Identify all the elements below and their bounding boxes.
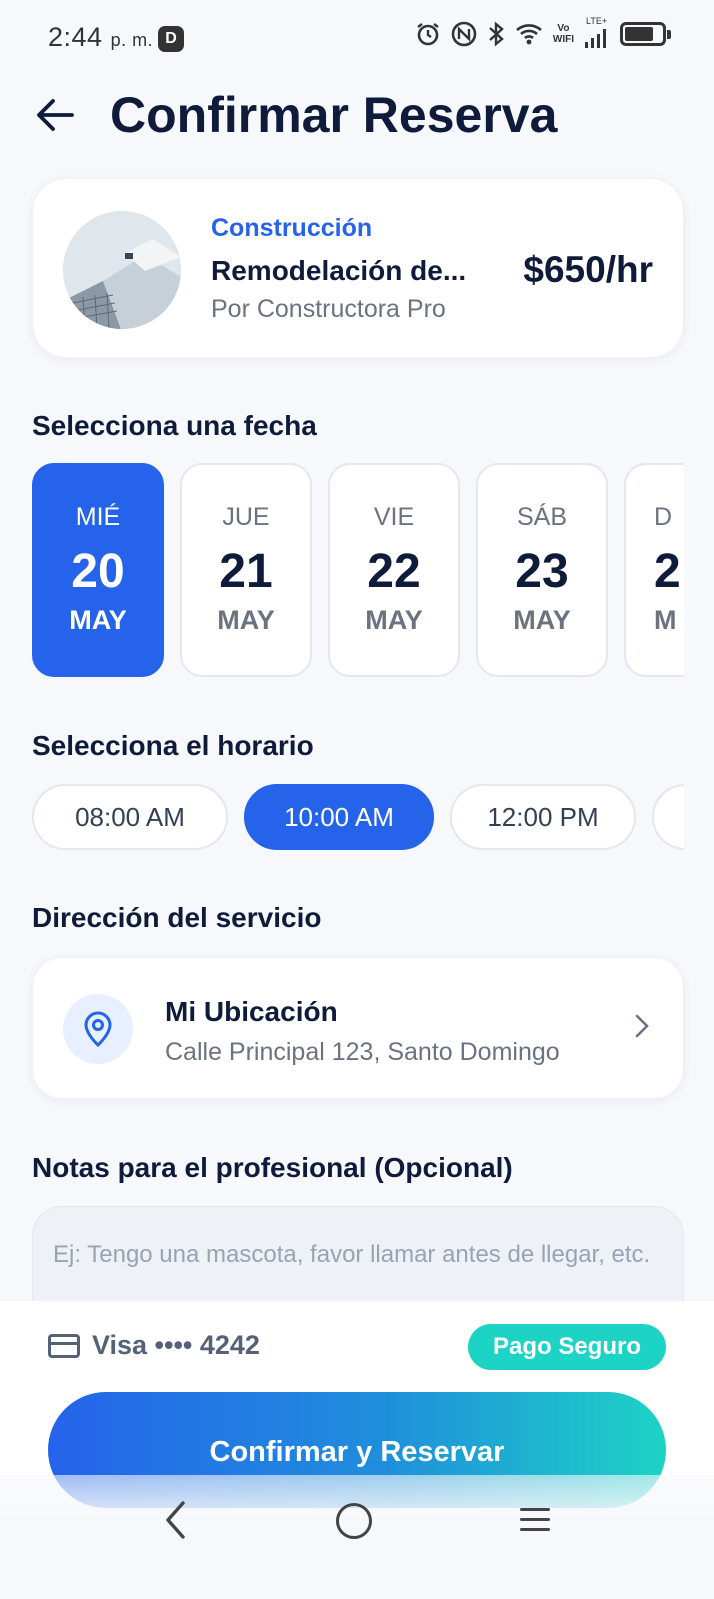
date-month: MAY: [217, 605, 275, 635]
credit-card-icon: [48, 1334, 80, 1358]
service-category: Construcción: [211, 214, 373, 242]
back-button[interactable]: [30, 90, 80, 140]
date-month: MAY: [69, 605, 127, 635]
date-day: 20: [71, 545, 125, 598]
date-card[interactable]: VIE 22 MAY: [328, 463, 460, 677]
date-day: 22: [367, 545, 421, 598]
time-slot[interactable]: 12:00 PM: [450, 784, 636, 850]
vowifi-label: Vo WIFI: [553, 23, 574, 45]
date-dow: MIÉ: [75, 503, 121, 531]
date-picker: MIÉ 20 MAY JUE 21 MAY VIE 22 MAY SÁB 23 …: [32, 463, 684, 679]
vowifi-vo: Vo: [557, 23, 570, 34]
notification-d-icon: D: [158, 26, 184, 52]
date-card-selected[interactable]: MIÉ 20 MAY: [32, 463, 164, 677]
address-section-title: Dirección del servicio: [32, 902, 322, 933]
time-slot[interactable]: 08:00 AM: [32, 784, 228, 850]
notes-section-title: Notas para el profesional (Opcional): [32, 1152, 513, 1183]
date-card[interactable]: D 2 M: [624, 463, 684, 677]
signal-icon: LTE+: [584, 16, 610, 48]
date-day: 23: [515, 545, 569, 598]
service-name: Remodelación de...: [211, 255, 467, 286]
nav-back-icon[interactable]: [164, 1500, 186, 1540]
date-dow: SÁB: [516, 503, 568, 531]
status-icons: Vo WIFI LTE+: [415, 16, 671, 48]
date-card[interactable]: JUE 21 MAY: [180, 463, 312, 677]
location-pin-icon: [63, 994, 133, 1064]
service-image: [63, 211, 181, 329]
date-day: 2: [654, 545, 681, 598]
date-section-title: Selecciona una fecha: [32, 410, 317, 441]
date-month: M: [654, 605, 677, 635]
time-section-title: Selecciona el horario: [32, 730, 314, 761]
service-price: $650/hr: [523, 249, 653, 290]
date-dow: VIE: [373, 503, 415, 531]
lte-label: LTE+: [586, 16, 608, 26]
address-line: Calle Principal 123, Santo Domingo: [165, 1038, 560, 1066]
status-ampm: p. m.: [110, 30, 154, 50]
status-time: 2:44 p. m.: [48, 22, 153, 53]
status-time-value: 2:44: [48, 22, 103, 52]
time-picker: 08:00 AM 10:00 AM 12:00 PM: [32, 784, 684, 852]
vowifi-wifi: WIFI: [552, 34, 574, 45]
secure-payment-badge: Pago Seguro: [468, 1324, 666, 1370]
battery-icon: [620, 22, 671, 46]
time-slot-selected[interactable]: 10:00 AM: [244, 784, 434, 850]
service-provider: Por Constructora Pro: [211, 295, 446, 323]
bluetooth-icon: [489, 21, 504, 47]
date-dow: JUE: [222, 503, 270, 531]
service-card[interactable]: Construcción Remodelación de... $650/hr …: [32, 178, 684, 358]
date-card[interactable]: SÁB 23 MAY: [476, 463, 608, 677]
arrow-left-icon: [37, 99, 74, 131]
address-title: Mi Ubicación: [165, 996, 338, 1027]
time-slot[interactable]: [652, 784, 684, 850]
payment-method[interactable]: Visa •••• 4242: [92, 1330, 260, 1361]
nfc-icon: [451, 21, 477, 47]
date-month: MAY: [513, 605, 571, 635]
wifi-icon: [516, 24, 542, 45]
nav-menu-icon[interactable]: [520, 1508, 550, 1538]
address-card[interactable]: Mi Ubicación Calle Principal 123, Santo …: [32, 957, 684, 1099]
date-day: 21: [219, 545, 273, 598]
page-title: Confirmar Reserva: [110, 87, 558, 143]
chevron-right-icon: [635, 1014, 649, 1038]
date-dow: D: [654, 503, 673, 531]
date-month: MAY: [365, 605, 423, 635]
nav-home-icon[interactable]: [336, 1503, 372, 1539]
alarm-icon: [417, 23, 439, 46]
